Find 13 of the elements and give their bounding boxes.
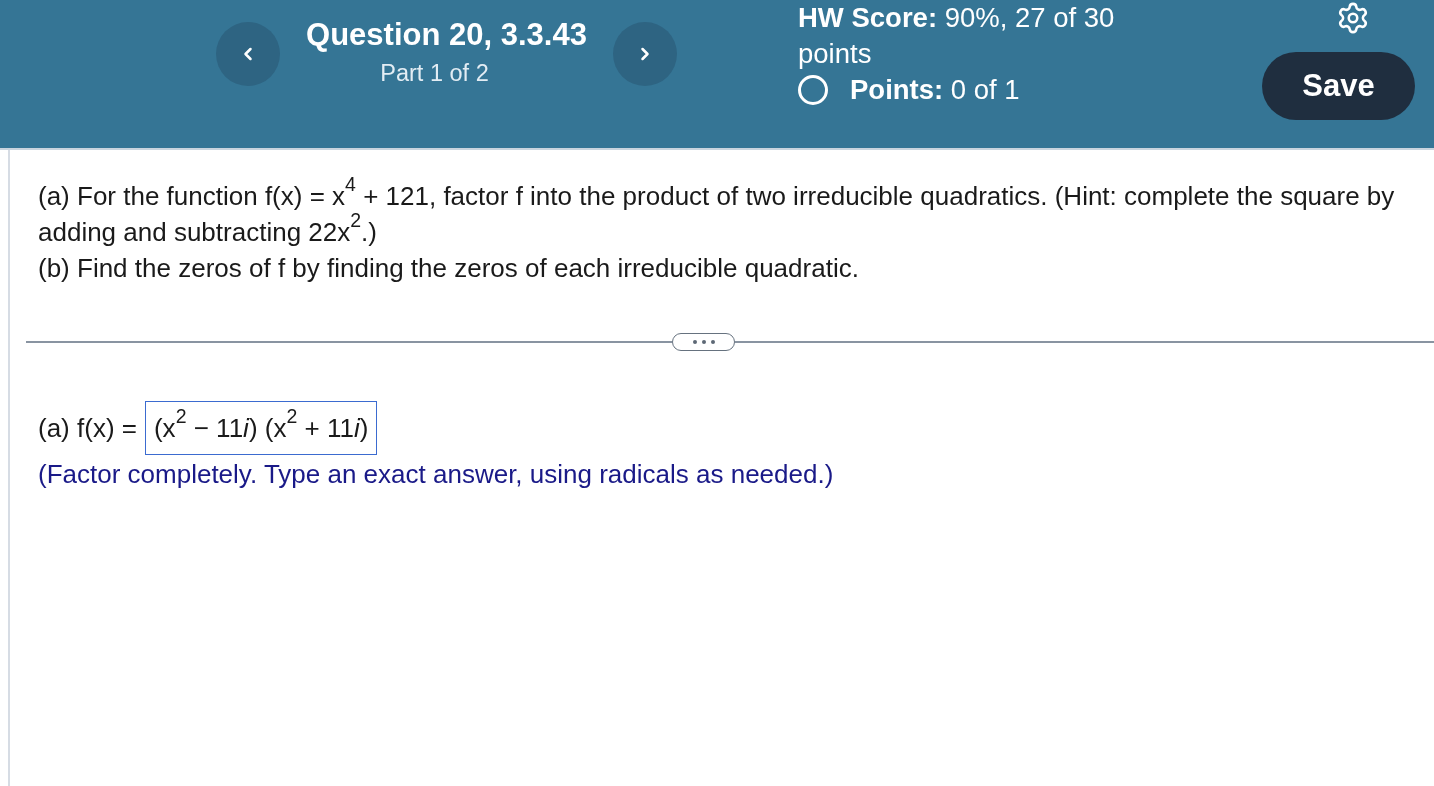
question-title: Question 20, 3.3.43	[306, 16, 587, 54]
question-text: (b) Find the zeros of f by finding the zeros of each irreducible quadratic.	[38, 252, 860, 285]
ellipsis-icon	[692, 340, 715, 344]
answer-field[interactable]: (x$^{2}$ − 11i) (x$^{2}$ + 11i)	[144, 401, 378, 455]
expand-button[interactable]	[672, 333, 735, 351]
save-button[interactable]: Save	[1262, 52, 1415, 120]
question-text: (a) For the function f(x) = x$^{4}$ + 121, factor f into the product of two irreducible quadratics. (Hint: complete the square by adding and subtracting 22x$^{2}$.)	[38, 178, 1396, 249]
answer-label: (a) f(x) =	[38, 412, 137, 444]
part-label: Part 1 of 2	[380, 59, 489, 88]
circle-icon	[798, 75, 828, 105]
instruction-text: (Factor completely. Type an exact answer, using radicals as needed.)	[38, 459, 835, 489]
hw-score: HW Score: 90%, 27 of 30 points	[798, 1, 1116, 71]
points-label: Points: 0 of 1	[850, 73, 1020, 107]
